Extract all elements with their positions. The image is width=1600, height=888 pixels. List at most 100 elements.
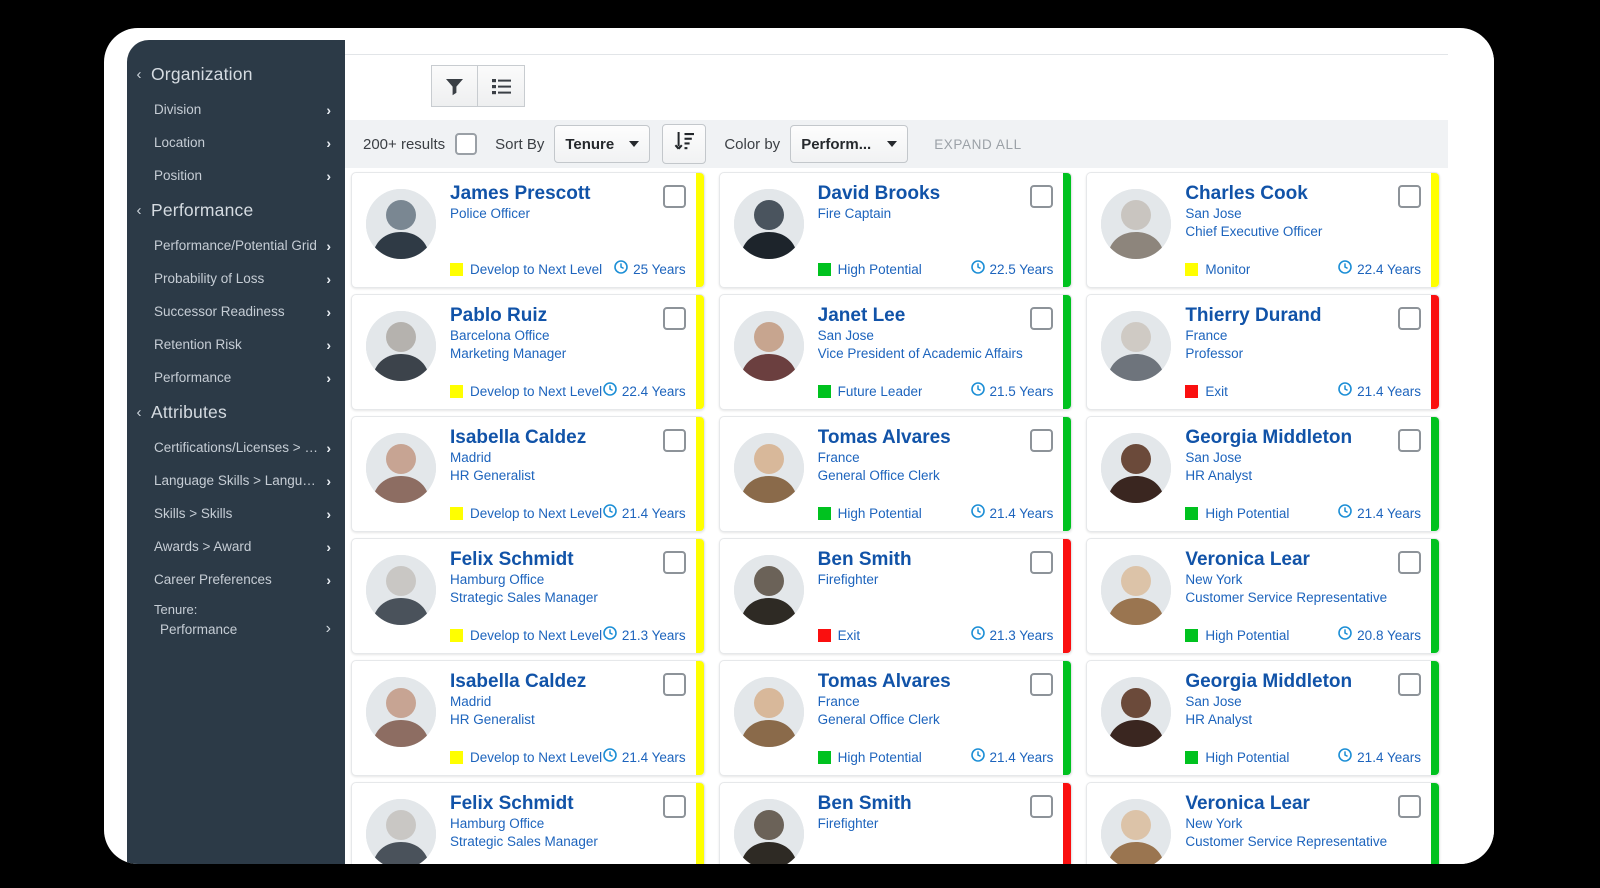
sidebar-item[interactable]: Certifications/Licenses > Cer... › (127, 431, 345, 464)
avatar (366, 311, 436, 381)
card-select-checkbox[interactable] (662, 307, 686, 330)
tenure-label: 20.8 Years (1357, 628, 1421, 643)
employee-card[interactable]: Veronica Lear New York Customer Service Re… (1086, 782, 1440, 864)
sidebar-item[interactable]: Location › (127, 126, 345, 159)
chevron-right-icon: › (326, 336, 331, 353)
performance-rating: High Potential (1185, 750, 1289, 765)
employee-title: Chief Executive Officer (1185, 224, 1323, 240)
rating-label: Develop to Next Level (470, 628, 603, 643)
employee-card[interactable]: Tomas Alvares France General Office Clerk H… (718, 660, 1073, 776)
employee-card[interactable]: Janet Lee San Jose Vice President of Acade… (718, 294, 1073, 410)
employee-card[interactable]: Georgia Middleton San Jose HR Analyst High … (1086, 416, 1440, 532)
card-select-checkbox[interactable] (1397, 795, 1421, 818)
sidebar-item[interactable]: Position › (127, 159, 345, 192)
sidebar-tenure-block: Tenure: Performance › (127, 596, 345, 638)
employee-card[interactable]: Ben Smith Firefighter (718, 782, 1073, 864)
card-select-checkbox[interactable] (662, 795, 686, 818)
employee-card[interactable]: Tomas Alvares France General Office Clerk H… (718, 416, 1073, 532)
tenure-label: 21.3 Years (989, 628, 1054, 643)
avatar (366, 189, 436, 259)
sort-by-select[interactable]: Tenure (554, 125, 651, 163)
sidebar-item[interactable]: Skills > Skills › (127, 497, 345, 530)
tenure-label: 25 Years (633, 262, 686, 277)
sidebar-item[interactable]: Probability of Loss › (127, 262, 345, 295)
card-body: Ben Smith Firefighter (818, 793, 1072, 864)
sidebar-item[interactable]: Division › (127, 93, 345, 126)
sidebar-item[interactable]: Awards > Award › (127, 530, 345, 563)
employee-card[interactable]: Charles Cook San Jose Chief Executive Offi… (1086, 172, 1440, 288)
sidebar-item[interactable]: Successor Readiness › (127, 295, 345, 328)
avatar (733, 799, 804, 864)
select-all-checkbox[interactable] (455, 133, 478, 155)
sort-direction-button[interactable] (662, 124, 707, 164)
rating-color-swatch (450, 751, 463, 764)
chevron-right-icon: › (325, 620, 331, 637)
card-select-checkbox[interactable] (1030, 185, 1054, 208)
clock-icon (970, 504, 985, 523)
chevron-right-icon: › (326, 369, 331, 386)
employee-card[interactable]: Isabella Caldez Madrid HR Generalist Develo… (351, 416, 705, 532)
employee-title: HR Analyst (1185, 468, 1253, 484)
sidebar-item[interactable]: Language Skills > Language › (127, 464, 345, 497)
sidebar-group-2[interactable]: ‹ Attributes (127, 394, 345, 431)
sidebar-tenure-label: Tenure: (154, 602, 198, 617)
card-grid-scroll-area[interactable]: James Prescott Police Officer Develop to N… (345, 168, 1448, 864)
sidebar-group-1[interactable]: ‹ Performance (127, 192, 345, 229)
expand-all-button[interactable]: EXPAND ALL (934, 137, 1022, 152)
card-body: Georgia Middleton San Jose HR Analyst High … (1185, 427, 1439, 523)
color-by-select[interactable]: Perform... (790, 125, 909, 163)
rating-color-swatch (817, 751, 831, 764)
card-footer: Develop to Next Level 22.4 Years (450, 382, 704, 401)
card-select-checkbox[interactable] (1030, 307, 1054, 330)
card-body: Isabella Caldez Madrid HR Generalist Develo… (450, 427, 704, 523)
card-select-checkbox[interactable] (662, 185, 686, 208)
sidebar-item[interactable]: Retention Risk › (127, 328, 345, 361)
status-accent-bar (695, 173, 704, 287)
employee-card[interactable]: Thierry Durand France Professor Exit 21.4 Ye… (1086, 294, 1440, 410)
list-view-button[interactable] (478, 65, 525, 107)
color-by-value: Perform... (801, 135, 872, 153)
card-select-checkbox[interactable] (662, 551, 686, 574)
status-accent-bar (1063, 661, 1072, 775)
card-select-checkbox[interactable] (1397, 551, 1421, 574)
employee-card[interactable]: Georgia Middleton San Jose HR Analyst High … (1086, 660, 1440, 776)
sidebar-tenure-row[interactable]: Performance › (154, 617, 331, 638)
card-footer: High Potential 20.8 Years (1185, 626, 1439, 645)
filter-button[interactable] (431, 65, 478, 107)
performance-rating: High Potential (1185, 506, 1289, 521)
card-select-checkbox[interactable] (1397, 673, 1421, 696)
rating-color-swatch (450, 507, 463, 520)
tenure-label: 21.5 Years (989, 384, 1054, 399)
employee-card[interactable]: James Prescott Police Officer Develop to N… (351, 172, 705, 288)
sidebar-item-label: Career Preferences (154, 572, 272, 587)
employee-card[interactable]: Felix Schmidt Hamburg Office Strategic Sal… (351, 538, 705, 654)
sidebar-item[interactable]: Performance › (127, 361, 345, 394)
funnel-icon (444, 76, 465, 97)
main-content: 200+ results Sort By Tenure Color by Per… (345, 40, 1494, 864)
clock-icon (614, 260, 628, 279)
card-select-checkbox[interactable] (1030, 551, 1054, 574)
avatar (733, 433, 804, 503)
card-select-checkbox[interactable] (662, 429, 686, 452)
card-select-checkbox[interactable] (1397, 307, 1421, 330)
card-select-checkbox[interactable] (1030, 673, 1054, 696)
employee-card[interactable]: Ben Smith Firefighter Exit 21.3 Years (718, 538, 1073, 654)
card-select-checkbox[interactable] (1397, 185, 1421, 208)
clock-icon (1338, 504, 1352, 523)
sidebar-item[interactable]: Career Preferences › (127, 563, 345, 596)
employee-card[interactable]: David Brooks Fire Captain High Potential 22… (718, 172, 1073, 288)
employee-card[interactable]: Pablo Ruiz Barcelona Office Marketing Mana… (351, 294, 705, 410)
card-footer: Exit 21.4 Years (1185, 382, 1439, 401)
employee-card[interactable]: Felix Schmidt Hamburg Office Strategic Sal… (351, 782, 705, 864)
tenure-info: 25 Years (614, 260, 686, 279)
employee-card[interactable]: Veronica Lear New York Customer Service Re… (1086, 538, 1440, 654)
card-select-checkbox[interactable] (1397, 429, 1421, 452)
sidebar-group-0[interactable]: ‹ Organization (127, 56, 345, 93)
sidebar-item[interactable]: Performance/Potential Grid › (127, 229, 345, 262)
card-select-checkbox[interactable] (1030, 795, 1054, 818)
card-select-checkbox[interactable] (662, 673, 686, 696)
employee-card[interactable]: Isabella Caldez Madrid HR Generalist Develo… (351, 660, 705, 776)
chevron-right-icon: › (326, 134, 331, 151)
card-select-checkbox[interactable] (1030, 429, 1054, 452)
sidebar-item-label: Successor Readiness (154, 304, 285, 319)
